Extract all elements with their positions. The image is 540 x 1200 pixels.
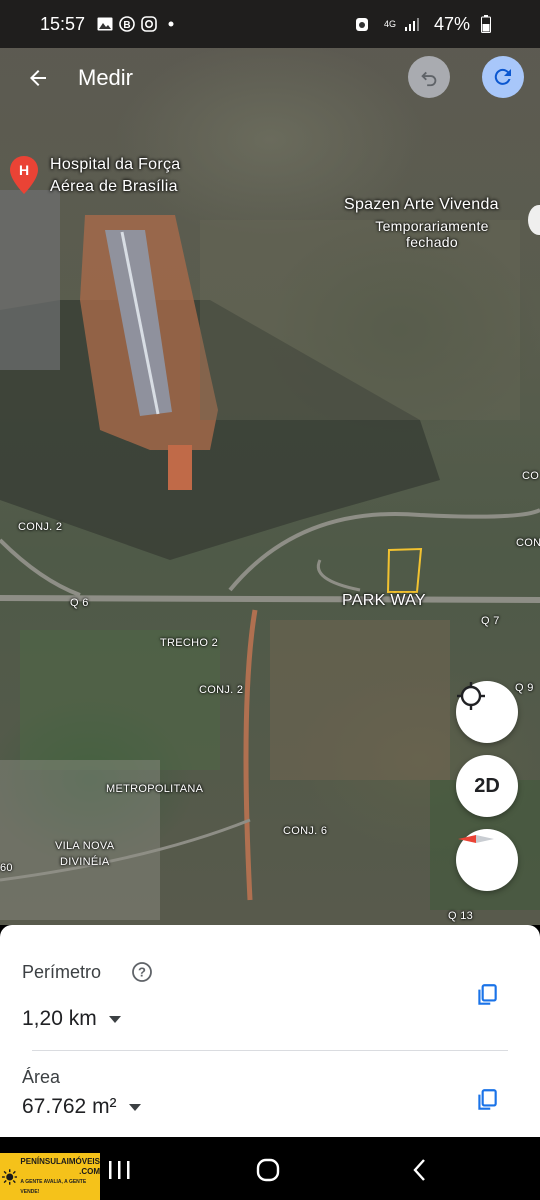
status-right: 4G 47% — [354, 14, 500, 35]
hospital-name[interactable]: Hospital da Força Aérea de Brasília — [50, 154, 181, 198]
road — [317, 559, 361, 592]
dropdown-caret-icon — [108, 1015, 121, 1023]
compass-button[interactable] — [456, 829, 518, 891]
poi-status: Temporariamente fechado — [368, 218, 496, 250]
area-value: 67.762 m² — [22, 1095, 117, 1118]
residential-area — [200, 220, 520, 420]
area-unit-dropdown[interactable]: 67.762 m² — [22, 1095, 141, 1119]
divider — [32, 1050, 508, 1051]
map-label: METROPOLITANA — [106, 783, 204, 795]
view-2d-button[interactable]: 2D — [456, 755, 518, 817]
refresh-icon — [494, 68, 511, 85]
nav-back-button[interactable] — [405, 1155, 435, 1185]
network-type: 4G — [383, 18, 396, 29]
poi-status-line1: Temporariamente — [375, 218, 489, 234]
residential-area — [270, 620, 450, 780]
status-bar: 15:57 B 4G 47% — [0, 0, 540, 48]
copy-icon — [478, 1089, 497, 1110]
recents-icon — [109, 1161, 130, 1179]
map-label: CONJ. 2 — [199, 684, 244, 696]
perimeter-value: 1,20 km — [22, 1007, 97, 1030]
copy-perimeter-button[interactable] — [470, 978, 504, 1012]
alarm-icon — [354, 16, 370, 32]
brand-domain: .COM — [79, 1166, 100, 1176]
poi-status-line2: fechado — [406, 234, 458, 250]
reset-button[interactable] — [482, 56, 524, 98]
map-label: Q 6 — [70, 597, 89, 609]
status-time: 15:57 — [40, 13, 86, 34]
help-icon[interactable]: ? — [131, 961, 153, 988]
watermark-text: PENÍNSULAIMÓVEIS .COM A GENTE AVALIA, A … — [20, 1157, 100, 1197]
signal-icon — [404, 16, 420, 32]
instagram-icon — [141, 16, 157, 32]
svg-text:?: ? — [138, 965, 146, 980]
home-icon — [256, 1158, 280, 1182]
more-notifications-icon — [163, 16, 179, 32]
urban-block — [0, 190, 60, 370]
map-label: CONJ. 2 — [18, 521, 63, 533]
battery-percent: 47% — [433, 13, 470, 34]
crosshair-icon — [457, 682, 485, 710]
dropdown-caret-icon — [128, 1103, 141, 1111]
runway-extension — [168, 445, 192, 490]
gallery-icon — [97, 16, 113, 32]
copy-icon — [478, 984, 497, 1005]
satellite-map[interactable]: CONJ. 2 CO CON Q 6 PARK WAY Q 7 TRECHO 2… — [0, 0, 540, 925]
arrow-back-icon — [30, 70, 46, 86]
sun-logo-icon — [2, 1168, 18, 1185]
map-label: DIVINÉIA — [60, 856, 110, 868]
map-label: CO — [522, 470, 540, 482]
notification-b-icon: B — [119, 16, 135, 32]
area-label: Área — [22, 1067, 61, 1087]
brand-slogan: A GENTE AVALIA, A GENTE VENDE! — [20, 1178, 87, 1195]
map-label: TRECHO 2 — [160, 637, 219, 649]
perimeter-unit-dropdown[interactable]: 1,20 km — [22, 1007, 121, 1031]
road — [0, 538, 81, 597]
park-way-label: PARK WAY — [342, 592, 426, 609]
hospital-name-line2: Aérea de Brasília — [50, 178, 178, 195]
hospital-name-line1: Hospital da Força — [50, 156, 181, 173]
measurement-sheet: Perímetro ? 1,20 km Área 67.762 m² — [0, 925, 540, 1137]
map-label: Q 9 — [515, 682, 534, 694]
measurement-outline — [386, 547, 423, 593]
map-label: CONJ. 6 — [283, 825, 328, 837]
perimeter-label: Perímetro — [22, 962, 102, 982]
battery-icon — [478, 15, 494, 33]
app-bar: Medir — [0, 48, 540, 108]
map-label: 60 — [0, 862, 13, 874]
map-label: Q 7 — [481, 615, 500, 627]
road — [243, 609, 258, 901]
map-label: Q 13 — [448, 910, 474, 922]
copy-area-button[interactable] — [470, 1083, 504, 1117]
svg-text:H: H — [19, 162, 29, 178]
map-label: CON — [516, 537, 540, 549]
undo-button[interactable] — [408, 56, 450, 98]
green-area — [20, 630, 220, 770]
map-label: VILA NOVA — [55, 840, 115, 852]
brand-name: PENÍNSULAIMÓVEIS — [20, 1156, 100, 1166]
home-button[interactable] — [253, 1155, 283, 1185]
page-title: Medir — [78, 65, 134, 90]
my-location-button[interactable] — [456, 681, 518, 743]
poi-name[interactable]: Spazen Arte Vivenda — [344, 194, 499, 216]
hospital-pin-icon[interactable]: H — [10, 156, 38, 194]
undo-icon — [421, 71, 437, 87]
chevron-left-icon — [413, 1159, 425, 1181]
compass-icon — [458, 835, 494, 843]
system-navigation-bar: PENÍNSULAIMÓVEIS .COM A GENTE AVALIA, A … — [0, 1137, 540, 1200]
view-2d-label: 2D — [474, 774, 500, 797]
watermark-logo: PENÍNSULAIMÓVEIS .COM A GENTE AVALIA, A … — [0, 1153, 100, 1200]
recent-apps-button[interactable] — [104, 1155, 134, 1185]
back-button[interactable] — [20, 60, 56, 96]
svg-text:B: B — [123, 20, 130, 31]
